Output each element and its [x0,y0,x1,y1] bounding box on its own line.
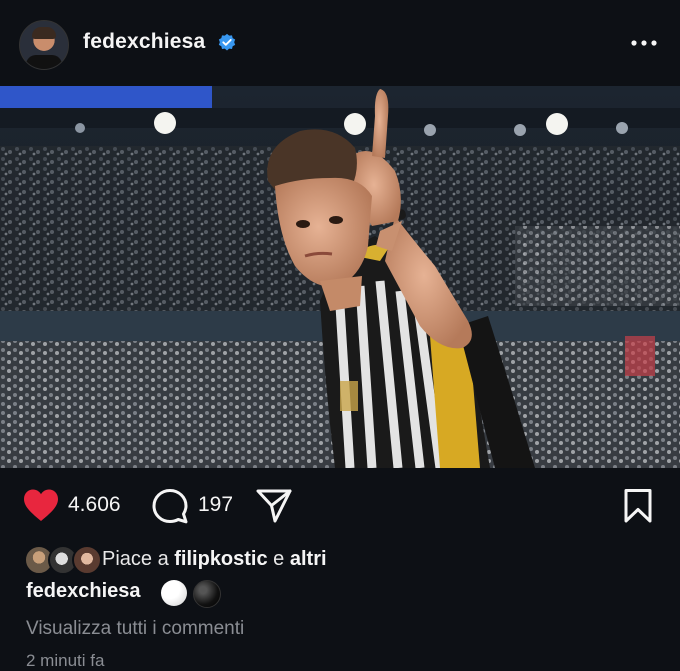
white-circle-emoji [161,580,187,606]
liked-by-prefix: Piace a [102,548,175,570]
comment-count[interactable]: 197 [198,493,233,517]
liked-by-others-link[interactable]: altri [290,548,327,570]
post-timestamp: 2 minuti fa [26,651,105,670]
liked-by-user-link[interactable]: filipkostic [174,548,267,570]
post-username[interactable]: fedexchiesa [83,30,205,54]
more-options-icon[interactable] [628,30,660,56]
liked-by-text: Piace a filipkostic e altri [102,548,327,571]
bookmark-icon[interactable] [621,488,655,524]
liked-by-and: e [267,548,290,570]
verified-badge-icon [218,33,236,51]
avatar[interactable] [19,20,69,70]
post-photo[interactable] [0,86,680,468]
liker-avatars[interactable] [24,543,104,575]
comment-bubble-icon[interactable] [152,488,188,524]
heart-icon[interactable] [22,488,60,524]
post-header: fedexchiesa [0,0,680,86]
paper-plane-icon[interactable] [255,488,293,524]
avatar [72,545,102,575]
like-count[interactable]: 4.606 [68,493,121,517]
caption-username[interactable]: fedexchiesa [26,580,141,603]
black-circle-emoji [193,580,221,608]
photo-image [0,86,680,468]
view-all-comments-link[interactable]: Visualizza tutti i commenti [26,618,244,640]
